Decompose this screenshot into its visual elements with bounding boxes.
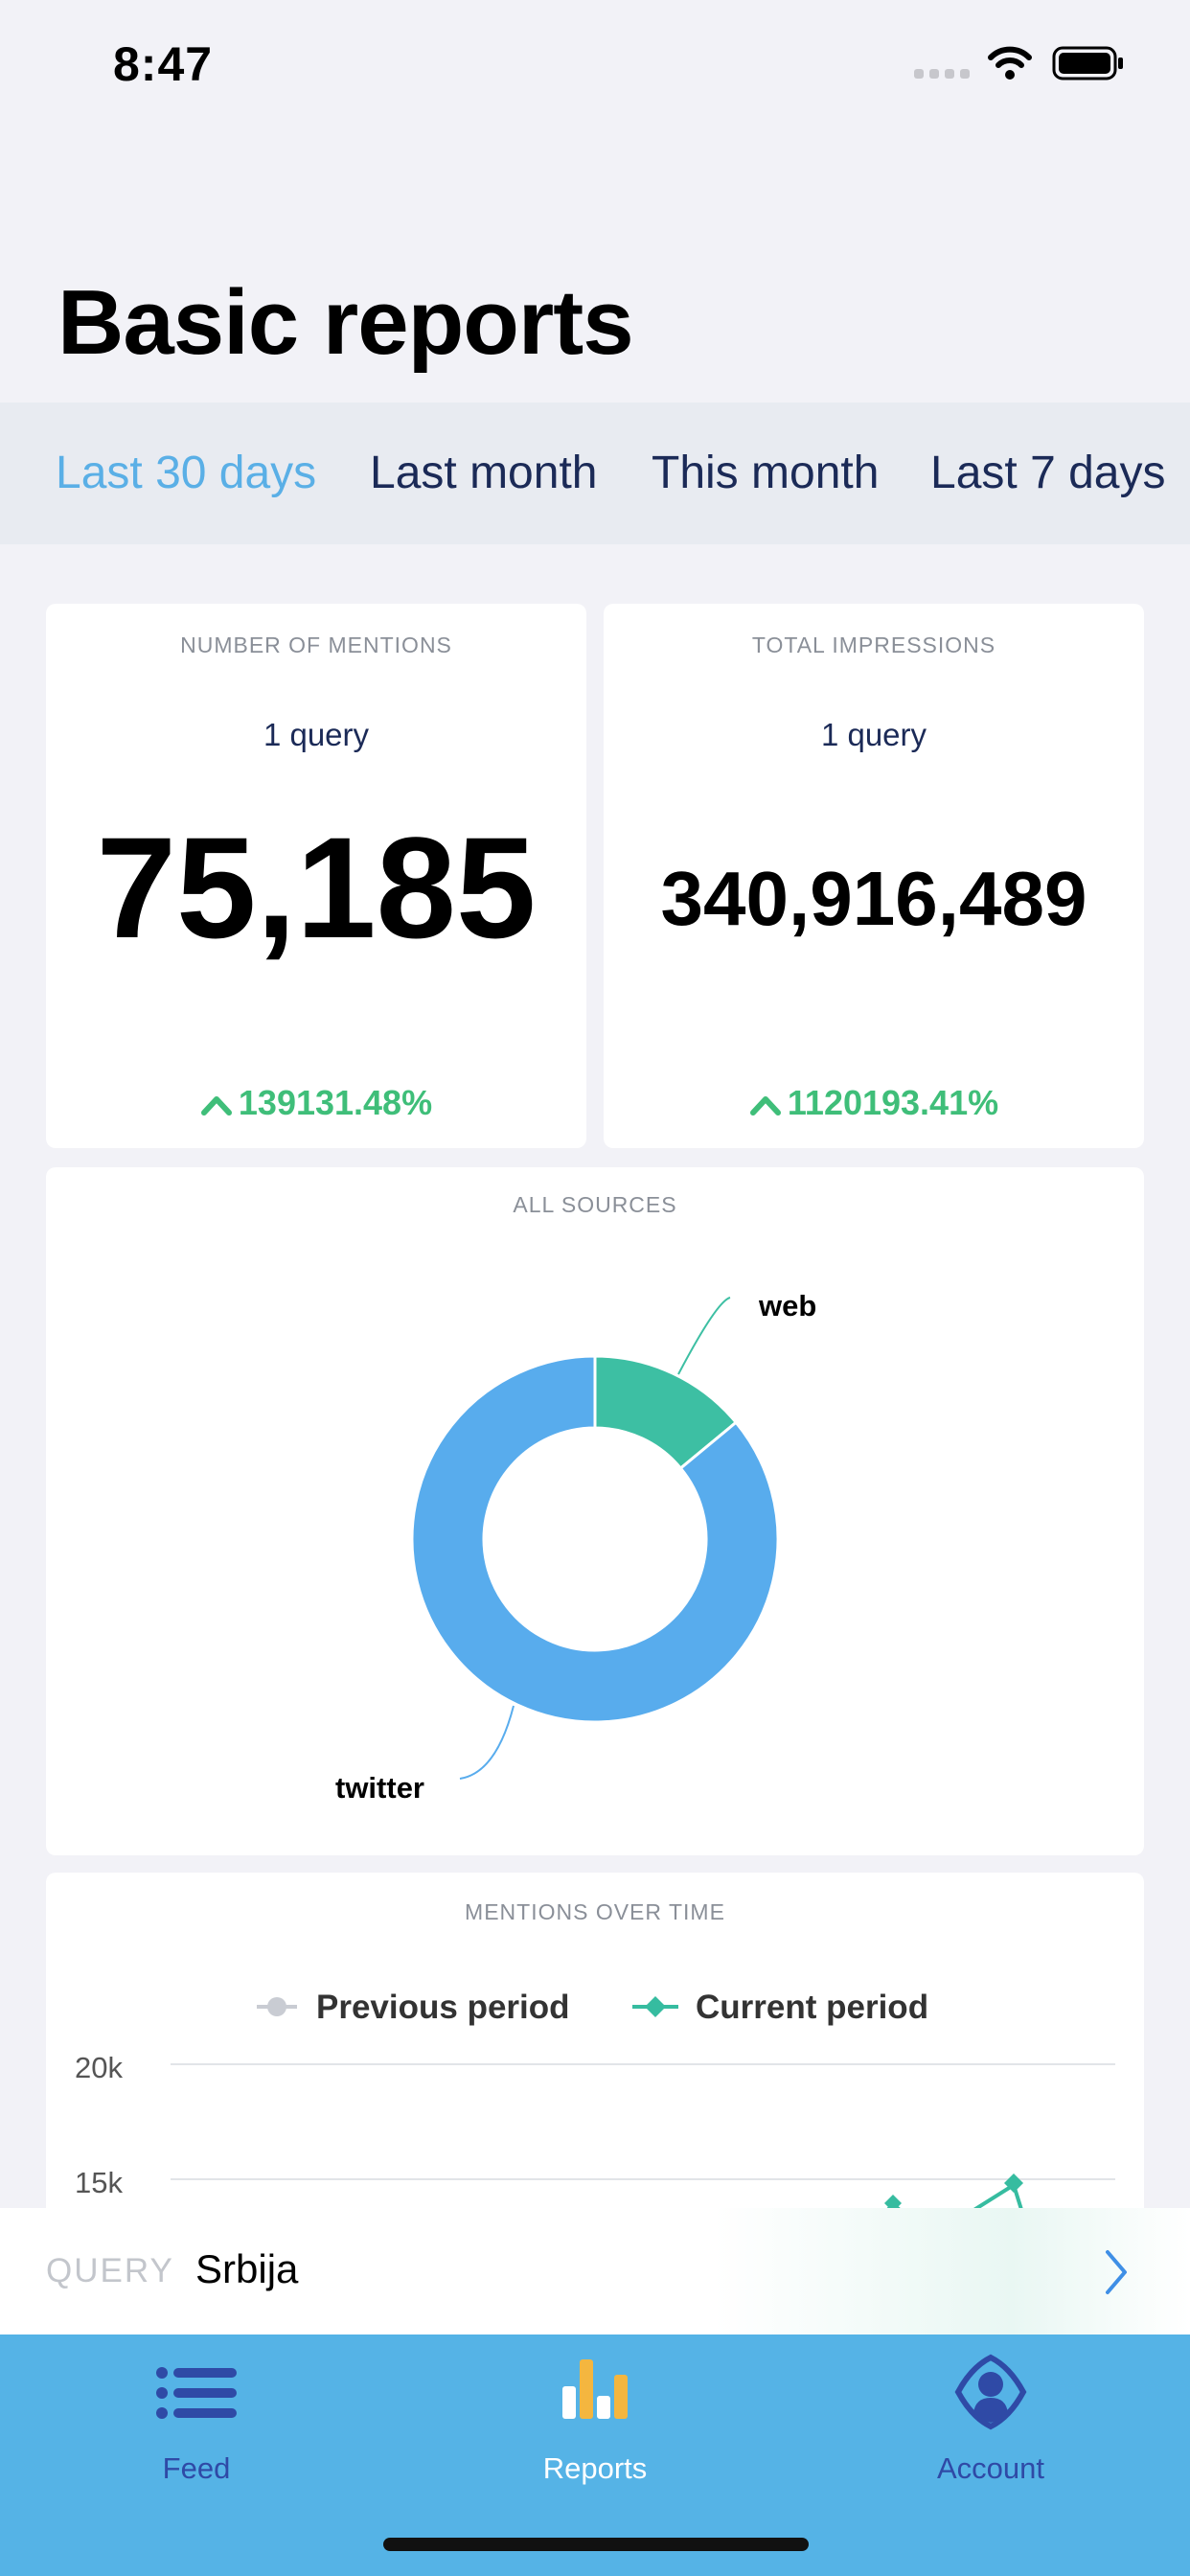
impressions-change: 1120193.41%	[604, 1083, 1144, 1123]
arrow-up-icon	[200, 1096, 232, 1116]
bar-chart-icon	[562, 2359, 628, 2419]
legend-current-marker	[645, 1996, 666, 2017]
user-shield-icon	[954, 2354, 1027, 2430]
mentions-card: NUMBER OF MENTIONS 1 query 75,185 139131…	[46, 604, 586, 1148]
mentions-value: 75,185	[96, 807, 537, 968]
period-tabs: Last 30 days Last month This month Last …	[0, 402, 1190, 544]
impressions-card: TOTAL IMPRESSIONS 1 query 340,916,489 11…	[604, 604, 1144, 1148]
impressions-value: 340,916,489	[660, 856, 1087, 941]
legend-current-label: Current period	[696, 1989, 928, 2026]
status-bar: 8:47	[0, 0, 1190, 125]
twitter-leader-line	[459, 1705, 515, 1780]
arrow-up-icon	[749, 1096, 781, 1116]
chevron-right-icon[interactable]	[1102, 2248, 1131, 2296]
signal-icon	[914, 69, 970, 79]
mentions-over-time-chart: Previous period Current period 20k 15k	[75, 1989, 1115, 2237]
mentions-query-count: 1 query	[263, 717, 370, 752]
tab-last-month[interactable]: Last month	[370, 447, 597, 499]
impressions-query-count: 1 query	[820, 717, 927, 752]
nav-reports-label: Reports	[542, 2451, 648, 2485]
query-bar[interactable]: QUERY Srbija	[0, 2208, 1190, 2334]
status-time: 8:47	[113, 37, 214, 91]
slice-label-web: web	[758, 1289, 816, 1322]
legend-current-period[interactable]: Current period	[632, 1989, 928, 2026]
legend-previous-label: Previous period	[316, 1989, 570, 2026]
sources-donut-chart: web twitter	[335, 1289, 816, 1805]
nav-reports[interactable]: Reports	[451, 2334, 739, 2507]
tab-last-7-days[interactable]: Last 7 days	[930, 447, 1165, 499]
nav-account-label: Account	[936, 2451, 1044, 2485]
page-title: Basic reports	[57, 271, 634, 374]
sources-card: ALL SOURCES web twitter	[46, 1167, 1144, 1855]
query-label: QUERY	[46, 2252, 174, 2289]
web-leader-line	[677, 1297, 731, 1375]
list-icon	[156, 2367, 237, 2419]
mentions-change: 139131.48%	[46, 1083, 586, 1123]
impressions-label: TOTAL IMPRESSIONS	[751, 632, 996, 657]
mentions-label: NUMBER OF MENTIONS	[180, 632, 452, 657]
query-value: Srbija	[195, 2246, 299, 2291]
nav-feed[interactable]: Feed	[53, 2334, 340, 2507]
tab-this-month[interactable]: This month	[652, 447, 879, 499]
y-tick-15k: 15k	[75, 2166, 123, 2199]
home-indicator	[383, 2538, 809, 2551]
tab-last-30-days[interactable]: Last 30 days	[56, 447, 316, 499]
battery-icon	[1052, 46, 1123, 80]
impressions-change-value: 1120193.41%	[787, 1083, 999, 1122]
wifi-icon	[988, 46, 1032, 80]
nav-feed-label: Feed	[162, 2451, 231, 2485]
mentions-change-value: 139131.48%	[238, 1083, 433, 1122]
legend-previous-marker	[267, 1997, 286, 2016]
mentions-over-time-card: MENTIONS OVER TIME Previous period Curre…	[46, 1873, 1144, 2237]
y-tick-20k: 20k	[75, 2051, 123, 2084]
slice-label-twitter: twitter	[335, 1771, 424, 1805]
nav-account[interactable]: Account	[847, 2334, 1134, 2507]
legend-previous-period[interactable]: Previous period	[257, 1989, 570, 2026]
